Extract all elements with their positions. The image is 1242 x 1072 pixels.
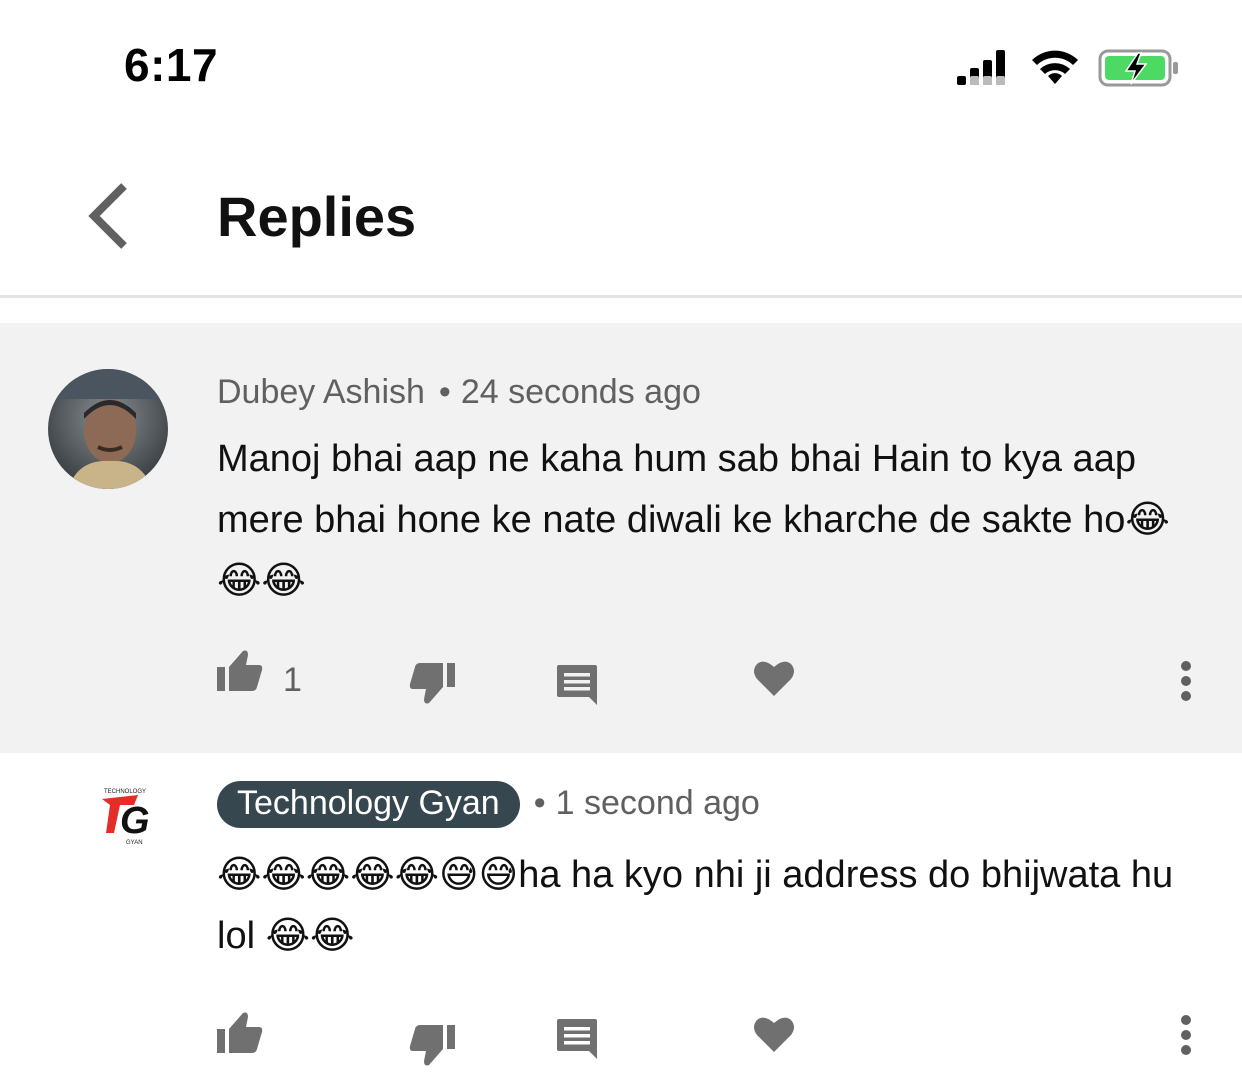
reply-button[interactable] (555, 663, 599, 712)
comment-item: Dubey Ashish • 24 seconds ago Manoj bhai a… (0, 323, 1242, 753)
more-vert-icon (1181, 661, 1191, 701)
logo-text-top: TECHNOLOGY (104, 789, 146, 795)
wifi-icon (1032, 50, 1078, 84)
heart-button[interactable] (753, 659, 795, 702)
comment-meta: Technology Gyan • 1 second ago (217, 781, 760, 828)
thumbs-up-icon (217, 650, 263, 691)
comment-actions: 1 (217, 649, 1217, 709)
thumbs-up-icon (217, 1012, 263, 1053)
comment-meta: Dubey Ashish • 24 seconds ago (217, 373, 701, 412)
comment-text: Manoj bhai aap ne kaha hum sab bhai Hain… (217, 438, 1170, 602)
meta-separator: • (438, 373, 451, 411)
more-vert-icon (1181, 1015, 1191, 1055)
like-count: 1 (283, 661, 302, 699)
author-name[interactable]: Dubey Ashish (217, 373, 425, 411)
battery-charging-icon (1098, 49, 1178, 87)
like-button[interactable] (217, 1011, 263, 1060)
page-title: Replies (217, 185, 417, 248)
comment-text: 😂😂😂😂😂😅😅ha ha kyo nhi ji address do bhijw… (217, 854, 1174, 957)
app-bar: Replies (0, 150, 1242, 298)
chevron-left-icon (88, 183, 127, 249)
thumbs-down-icon (409, 1025, 455, 1066)
dislike-button[interactable] (409, 661, 455, 710)
dislike-button[interactable] (409, 1023, 455, 1072)
channel-logo[interactable]: TECHNOLOGY G GYAN (98, 781, 168, 851)
comment-item: TECHNOLOGY G GYAN Technology Gyan • 1 seco… (0, 753, 1242, 1066)
thumbs-down-icon (409, 663, 455, 704)
meta-separator: • (533, 784, 546, 822)
avatar[interactable] (48, 369, 168, 489)
comment-actions (217, 1011, 1217, 1071)
heart-icon (754, 1017, 794, 1052)
reply-button[interactable] (555, 1017, 599, 1066)
more-options-button[interactable] (1179, 661, 1193, 706)
channel-owner-badge[interactable]: Technology Gyan (217, 781, 520, 828)
comment-timestamp: 1 second ago (555, 784, 760, 822)
heart-button[interactable] (753, 1015, 795, 1058)
heart-icon (754, 661, 794, 696)
cellular-signal-icon (957, 50, 1005, 85)
status-bar: 6:17 (0, 0, 1242, 130)
more-options-button[interactable] (1179, 1015, 1193, 1060)
logo-text-main: G (120, 800, 150, 842)
status-time: 6:17 (124, 39, 219, 91)
reply-icon (557, 1019, 597, 1059)
logo-text-bottom: GYAN (126, 840, 143, 846)
back-button[interactable] (78, 180, 142, 252)
like-button[interactable] (217, 649, 263, 698)
comment-timestamp: 24 seconds ago (460, 373, 701, 411)
reply-icon (557, 665, 597, 705)
